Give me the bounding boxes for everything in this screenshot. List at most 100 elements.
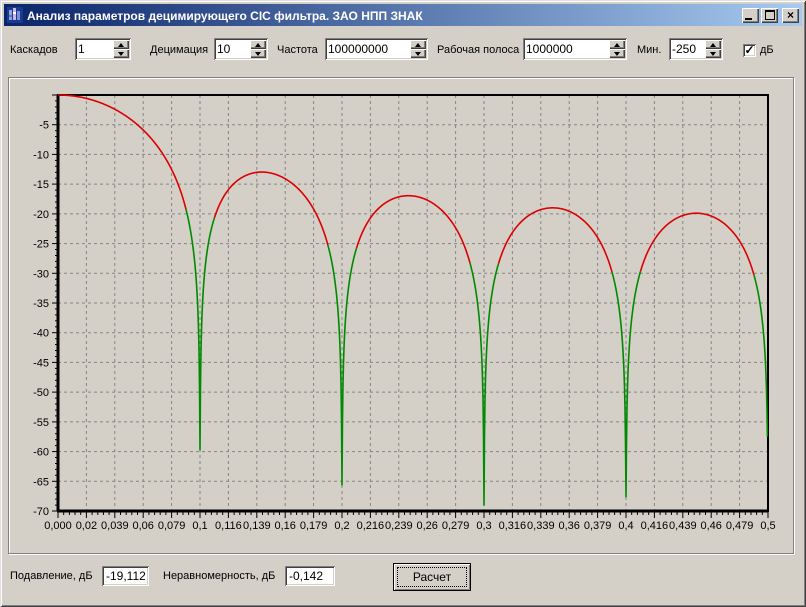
x-tick-label: 0,16: [274, 520, 295, 532]
y-tick-label: -10: [33, 149, 49, 161]
y-tick-label: -20: [33, 209, 49, 221]
curve-passband: [215, 172, 329, 245]
suppression-label: Подавление, дБ: [10, 570, 93, 582]
x-tick-label: 0,139: [243, 520, 271, 532]
x-tick-label: 0,479: [726, 520, 754, 532]
maximize-button[interactable]: [761, 8, 778, 23]
calc-button-label: Расчет: [413, 570, 451, 584]
minimize-icon: [745, 18, 752, 20]
y-tick-label: -70: [33, 506, 49, 518]
working-band-spinedit: [523, 38, 627, 60]
frequency-spin-down-button[interactable]: [410, 49, 426, 58]
x-tick-label: 0,46: [700, 520, 721, 532]
decimation-spinner: [250, 40, 266, 58]
x-tick-label: 0,36: [558, 520, 579, 532]
chart-svg: 0,0000,020,0390,060,0790,10,1160,1390,16…: [9, 78, 791, 550]
working-band-spin-up-button[interactable]: [609, 40, 625, 49]
minimize-button[interactable]: [742, 8, 759, 23]
y-tick-label: -65: [33, 476, 49, 488]
down-arrow-icon: [415, 52, 421, 56]
cascades-spin-up-button[interactable]: [113, 40, 129, 49]
x-tick-label: 0,2: [334, 520, 349, 532]
curve-alias-band: [754, 275, 767, 437]
x-tick-label: 0,4: [618, 520, 633, 532]
y-tick-label: -60: [33, 447, 49, 459]
db-checkbox-label: дБ: [760, 44, 774, 56]
y-tick-label: -35: [33, 298, 49, 310]
frequency-input[interactable]: [328, 41, 409, 57]
up-arrow-icon: [118, 43, 124, 47]
decimation-spin-down-button[interactable]: [250, 49, 266, 58]
curve-passband: [641, 213, 755, 275]
up-arrow-icon: [415, 43, 421, 47]
x-tick-label: 0,239: [385, 520, 413, 532]
x-tick-label: 0,116: [215, 520, 242, 532]
min-input[interactable]: [672, 41, 704, 57]
cascades-spin-down-button[interactable]: [113, 49, 129, 58]
x-tick-label: 0,416: [641, 520, 669, 532]
down-arrow-icon: [710, 52, 716, 56]
up-arrow-icon: [255, 43, 261, 47]
curve-passband: [58, 95, 186, 209]
window-title: Анализ параметров децимирующего CIC филь…: [27, 8, 740, 23]
up-arrow-icon: [710, 43, 716, 47]
min-spinedit: [669, 38, 723, 60]
frequency-label: Частота: [277, 44, 318, 56]
maximize-icon: [765, 10, 775, 20]
calc-button-focus-rect: Расчет: [397, 567, 467, 587]
y-tick-label: -40: [33, 328, 49, 340]
chart-panel: 0,0000,020,0390,060,0790,10,1160,1390,16…: [8, 77, 794, 554]
x-tick-label: 0,179: [300, 520, 328, 532]
ripple-value[interactable]: [289, 569, 331, 583]
cascades-spinner: [113, 40, 129, 58]
decimation-label: Децимация: [150, 44, 208, 56]
y-tick-label: -15: [33, 179, 49, 191]
y-tick-label: -55: [33, 417, 49, 429]
decimation-spinedit: [214, 38, 268, 60]
ripple-label: Неравномерность, дБ: [163, 570, 275, 582]
down-arrow-icon: [118, 52, 124, 56]
checkmark-icon: ✓: [744, 44, 754, 56]
calc-button[interactable]: Расчет: [393, 563, 471, 591]
x-tick-label: 0,06: [132, 520, 153, 532]
x-tick-label: 0,000: [44, 520, 72, 532]
x-tick-label: 0,316: [499, 520, 527, 532]
y-tick-label: -25: [33, 239, 49, 251]
frequency-spin-up-button[interactable]: [410, 40, 426, 49]
min-spin-down-button[interactable]: [705, 49, 721, 58]
curve-passband: [499, 208, 613, 272]
y-tick-label: -5: [39, 120, 49, 132]
cascades-input[interactable]: [78, 41, 112, 57]
ripple-field: [285, 566, 335, 586]
decimation-spin-up-button[interactable]: [250, 40, 266, 49]
x-tick-label: 0,216: [357, 520, 385, 532]
down-arrow-icon: [614, 52, 620, 56]
up-arrow-icon: [614, 43, 620, 47]
titlebar[interactable]: Анализ параметров децимирующего CIC филь…: [4, 4, 802, 26]
suppression-field: [102, 566, 149, 586]
min-spin-up-button[interactable]: [705, 40, 721, 49]
close-button[interactable]: ×: [782, 8, 799, 23]
app-icon: [7, 7, 23, 23]
db-checkbox[interactable]: ✓: [743, 44, 756, 57]
decimation-input[interactable]: [217, 41, 249, 57]
down-arrow-icon: [255, 52, 261, 56]
working-band-spin-down-button[interactable]: [609, 49, 625, 58]
working-band-label: Рабочая полоса: [437, 44, 519, 56]
y-tick-label: -45: [33, 357, 49, 369]
min-spinner: [705, 40, 721, 58]
working-band-input[interactable]: [526, 41, 608, 57]
close-icon: ×: [787, 9, 794, 21]
y-tick-label: -30: [33, 268, 49, 280]
curve-passband: [357, 196, 471, 263]
x-tick-label: 0,079: [158, 520, 186, 532]
x-tick-label: 0,5: [760, 520, 775, 532]
x-tick-label: 0,439: [669, 520, 697, 532]
working-band-spinner: [609, 40, 625, 58]
suppression-value[interactable]: [106, 569, 145, 583]
x-tick-label: 0,3: [476, 520, 491, 532]
x-tick-label: 0,379: [584, 520, 612, 532]
x-tick-label: 0,1: [192, 520, 207, 532]
x-tick-label: 0,339: [527, 520, 555, 532]
frequency-spinner: [410, 40, 426, 58]
